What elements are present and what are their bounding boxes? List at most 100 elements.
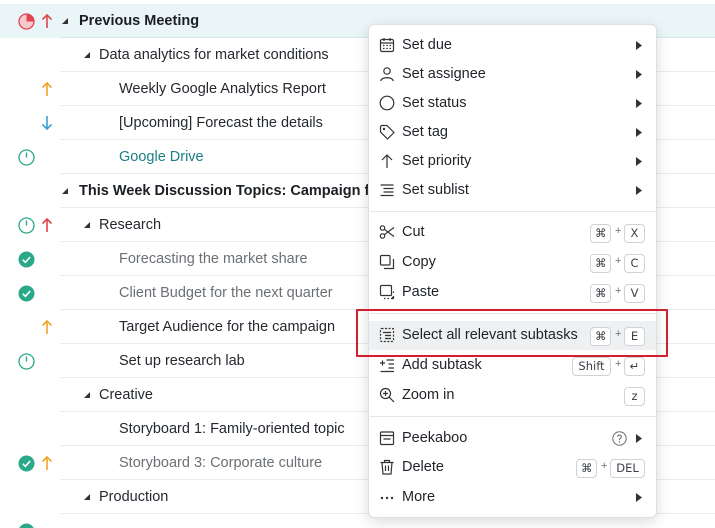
status-done-icon[interactable]: [18, 285, 35, 302]
menu-item-copy[interactable]: Copy ⌘ + C: [369, 248, 656, 277]
menu-label: Set assignee: [402, 66, 486, 82]
task-label: Data analytics for market conditions: [99, 47, 329, 63]
priority-low-icon[interactable]: [40, 114, 54, 132]
menu-item-set-assignee[interactable]: Set assignee: [369, 60, 656, 89]
menu-item-add-subtask[interactable]: Add subtask Shift + ↵: [369, 351, 656, 380]
zoom-in-icon: [379, 387, 395, 403]
plus-sign: +: [615, 358, 622, 370]
menu-item-set-tag[interactable]: Set tag: [369, 118, 656, 147]
collapse-triangle-icon[interactable]: [82, 492, 92, 502]
cmd-key: ⌘: [590, 327, 611, 346]
scissors-icon: [379, 225, 395, 239]
collapse-triangle-icon[interactable]: [82, 50, 92, 60]
submenu-arrow-icon: [636, 493, 642, 502]
menu-item-peekaboo[interactable]: Peekaboo: [369, 424, 656, 453]
submenu-arrow-icon: [636, 99, 642, 108]
menu-divider: [370, 416, 656, 417]
cut-shortcut-key: X: [624, 224, 645, 243]
collapse-triangle-icon[interactable]: [82, 390, 92, 400]
priority-medium-icon[interactable]: [40, 80, 54, 98]
task-label: Research: [99, 217, 162, 233]
menu-label: Set sublist: [402, 182, 469, 198]
calendar-icon: [379, 38, 395, 53]
task-label: Storyboard 1: Family-oriented topic: [119, 421, 345, 437]
status-done-icon[interactable]: [18, 523, 35, 528]
task-label: Previous Meeting: [79, 13, 200, 29]
copy-shortcut-key: C: [624, 254, 645, 273]
menu-label: Select all relevant subtasks: [402, 327, 578, 343]
status-in-progress-icon[interactable]: [18, 353, 35, 370]
task-label: [Upcoming] Forecast the details: [119, 115, 323, 131]
status-done-icon[interactable]: [18, 251, 35, 268]
context-menu: Set due Set assignee Set status Set tag …: [368, 24, 657, 518]
plus-sign: +: [615, 255, 622, 267]
menu-label: Cut: [402, 224, 425, 240]
plus-sign: +: [615, 225, 622, 237]
submenu-arrow-icon: [636, 186, 642, 195]
menu-item-set-sublist[interactable]: Set sublist: [369, 176, 656, 205]
peekaboo-icon: [379, 431, 395, 446]
menu-item-paste[interactable]: Paste ⌘ + V: [369, 278, 656, 307]
plus-sign: +: [615, 328, 622, 340]
enter-key: ↵: [624, 357, 645, 376]
task-label: Storyboard 3: Corporate culture: [119, 455, 323, 471]
cmd-key: ⌘: [590, 224, 611, 243]
menu-item-set-priority[interactable]: Set priority: [369, 147, 656, 176]
collapse-triangle-icon[interactable]: [60, 16, 70, 26]
menu-label: Add subtask: [402, 357, 482, 373]
plus-sign: +: [615, 285, 622, 297]
submenu-arrow-icon: [636, 70, 642, 79]
menu-item-delete[interactable]: Delete ⌘ + DEL: [369, 453, 656, 482]
menu-item-more[interactable]: More: [369, 483, 656, 512]
menu-item-select-subtasks[interactable]: Select all relevant subtasks ⌘ + E: [369, 321, 656, 350]
priority-medium-icon[interactable]: [40, 454, 54, 472]
status-overdue-icon[interactable]: [18, 13, 35, 30]
paste-shortcut-key: V: [624, 284, 645, 303]
menu-label: Set status: [402, 95, 467, 111]
cmd-key: ⌘: [590, 254, 611, 273]
menu-label: Copy: [402, 254, 436, 270]
cmd-key: ⌘: [590, 284, 611, 303]
menu-item-set-due[interactable]: Set due: [369, 31, 656, 60]
menu-label: Set tag: [402, 124, 448, 140]
priority-high-icon[interactable]: [40, 216, 54, 234]
task-label: Creative: [99, 387, 153, 403]
priority-medium-icon[interactable]: [40, 318, 54, 336]
menu-label: Delete: [402, 459, 444, 475]
circle-status-icon: [379, 95, 395, 111]
menu-label: Paste: [402, 284, 440, 300]
menu-label: Peekaboo: [402, 430, 468, 446]
menu-label: Set due: [402, 37, 452, 53]
zoom-shortcut-key: z: [624, 387, 645, 406]
plus-sign: +: [601, 460, 608, 472]
submenu-arrow-icon: [636, 157, 642, 166]
select-subtasks-icon: [379, 327, 395, 343]
menu-item-zoom-in[interactable]: Zoom in z: [369, 381, 656, 410]
copy-icon: [379, 254, 395, 270]
collapse-triangle-icon[interactable]: [82, 220, 92, 230]
cmd-key: ⌘: [576, 459, 597, 478]
submenu-arrow-icon: [636, 41, 642, 50]
task-label: Production: [99, 489, 169, 505]
menu-item-cut[interactable]: Cut ⌘ + X: [369, 218, 656, 247]
collapse-triangle-icon[interactable]: [60, 186, 70, 196]
ellipsis-icon: [380, 496, 394, 500]
shift-key: Shift: [572, 357, 611, 376]
status-done-icon[interactable]: [18, 455, 35, 472]
menu-divider: [370, 313, 656, 314]
person-icon: [380, 67, 394, 82]
task-label: Client Budget for the next quarter: [119, 285, 333, 301]
task-link-label[interactable]: Google Drive: [119, 148, 204, 166]
task-label: This Week Discussion Topics: Campaign fo: [79, 183, 379, 199]
status-in-progress-icon[interactable]: [18, 217, 35, 234]
priority-high-icon[interactable]: [40, 12, 54, 30]
arrow-up-icon: [381, 154, 393, 168]
status-in-progress-icon[interactable]: [18, 149, 35, 166]
task-label: Forecasting the market share: [119, 251, 308, 267]
help-icon[interactable]: [612, 431, 627, 446]
tag-icon: [379, 124, 395, 140]
select-shortcut-key: E: [624, 327, 645, 346]
menu-divider: [370, 211, 656, 212]
task-label: Weekly Google Analytics Report: [119, 81, 326, 97]
menu-item-set-status[interactable]: Set status: [369, 89, 656, 118]
